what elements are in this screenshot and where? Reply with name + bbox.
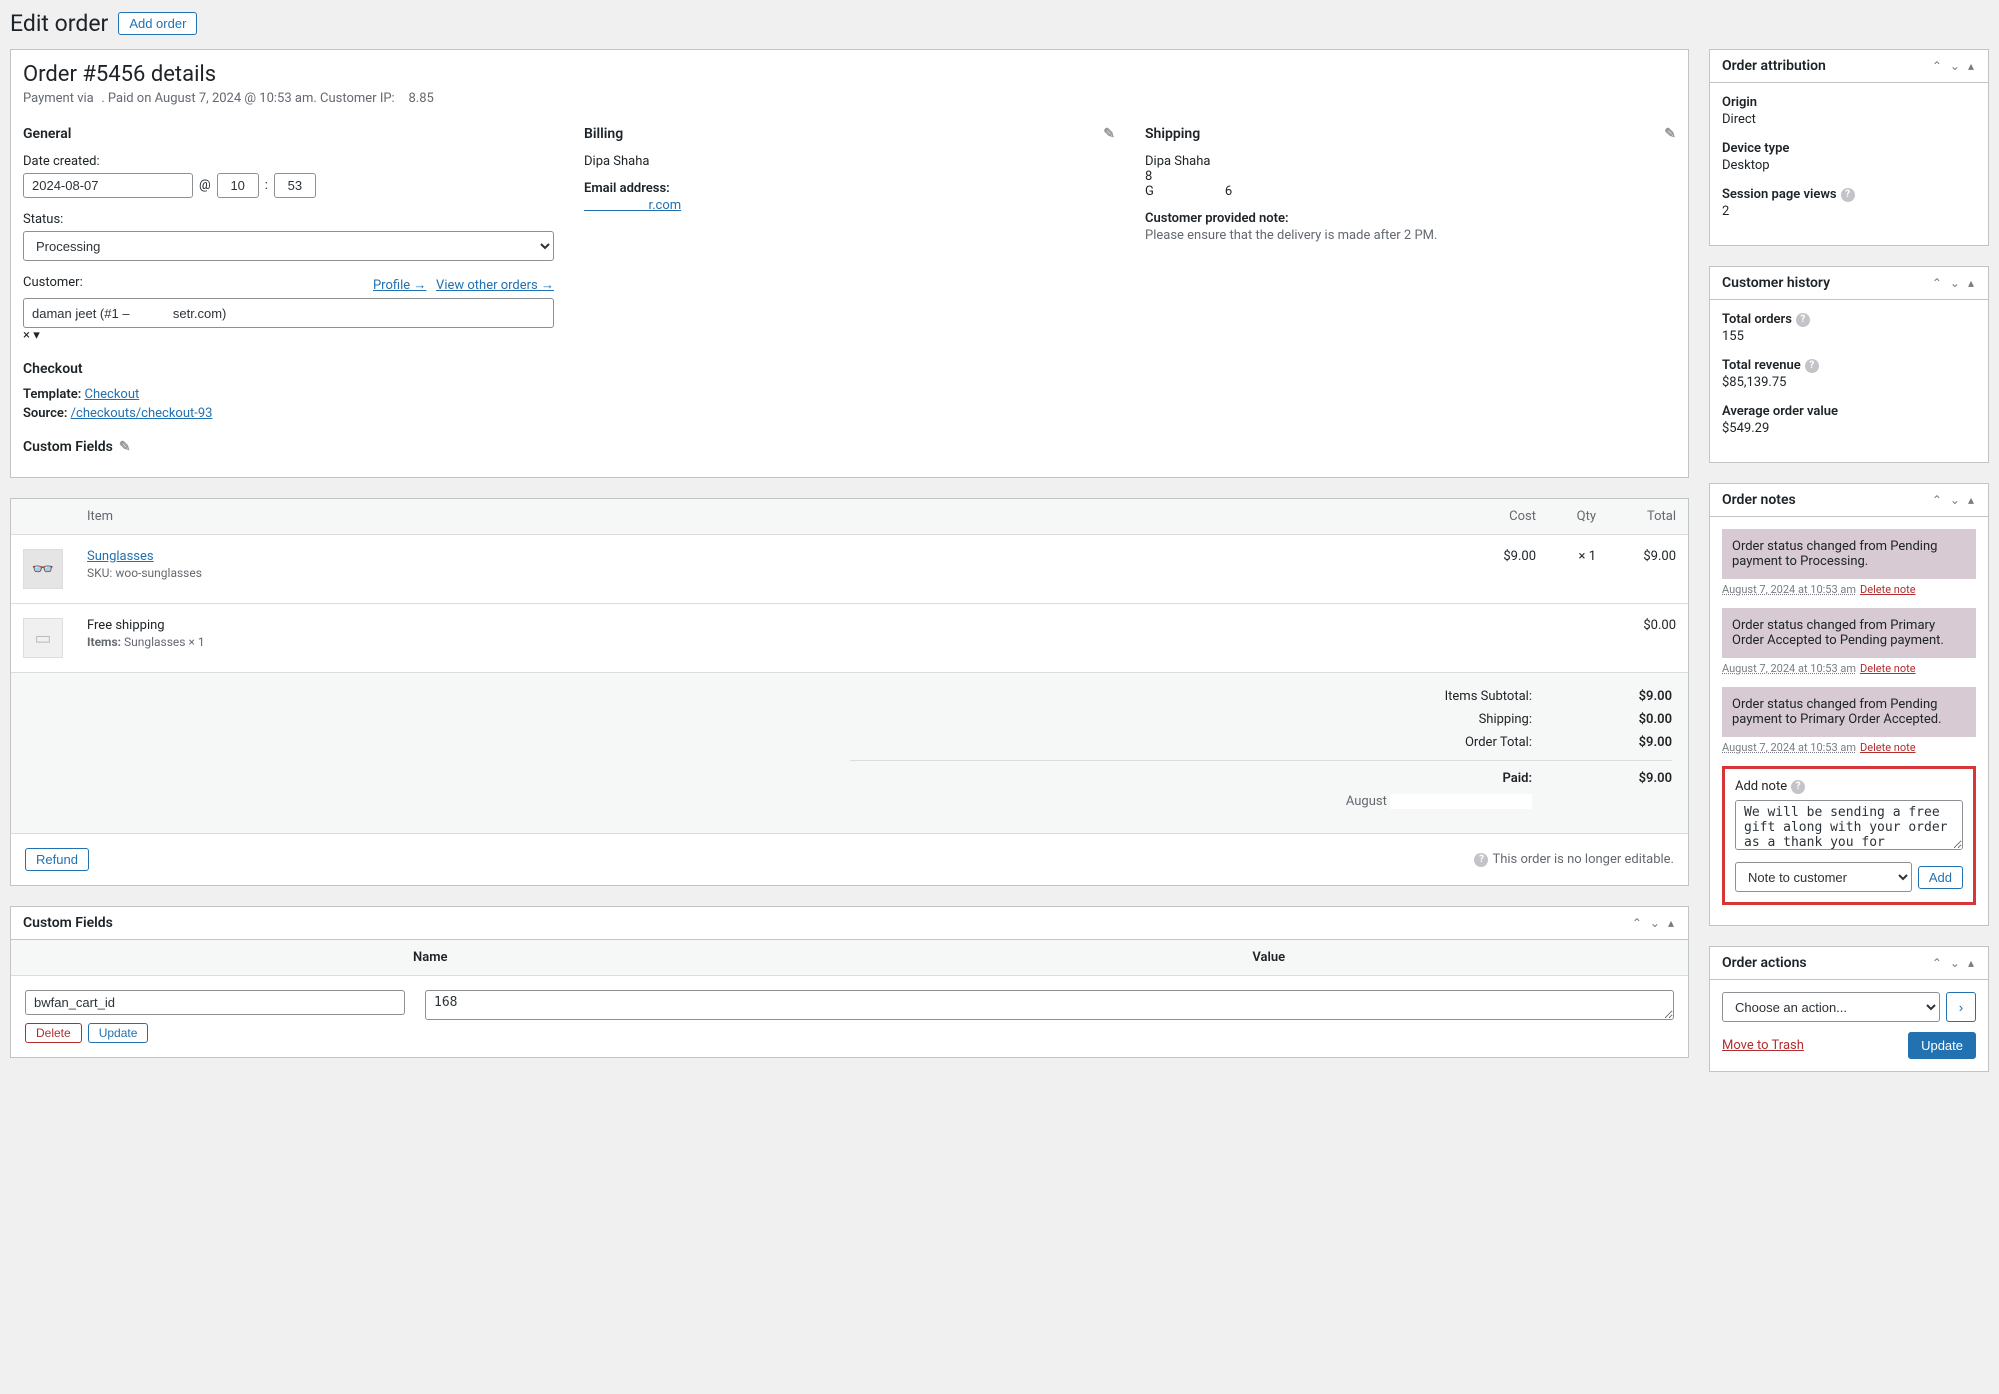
help-icon[interactable]: ? [1791, 780, 1805, 794]
toggle-icon[interactable]: ▴ [1966, 276, 1976, 290]
update-order-button[interactable]: Update [1908, 1032, 1976, 1059]
shipping-icon: ▭ [23, 618, 63, 658]
date-input[interactable] [23, 173, 193, 198]
move-down-icon[interactable]: ⌄ [1948, 956, 1962, 970]
table-row: 👓 Sunglasses SKU: woo-sunglasses $9.00 ×… [11, 535, 1688, 604]
cf-name-input[interactable] [25, 990, 405, 1015]
toggle-icon[interactable]: ▴ [1966, 59, 1976, 73]
date-created-label: Date created: [23, 154, 554, 169]
custom-fields-panel: Custom Fields ⌃ ⌄ ▴ Name Value Delete Up… [10, 906, 1689, 1058]
not-editable-text: This order is no longer editable. [1492, 852, 1674, 867]
chevron-down-icon[interactable]: ▾ [33, 328, 40, 343]
delete-note-link[interactable]: Delete note [1860, 583, 1916, 596]
order-title: Order #5456 details [23, 62, 1676, 87]
cf-value-header: Value [850, 940, 1689, 975]
add-order-button[interactable]: Add order [118, 12, 197, 35]
checkout-heading: Checkout [23, 361, 554, 377]
hour-input[interactable] [217, 173, 259, 198]
product-qty: × 1 [1548, 535, 1608, 604]
edit-billing-icon[interactable]: ✎ [1103, 126, 1115, 142]
cf-value-input[interactable]: 168 [425, 990, 1674, 1020]
table-row: ▭ Free shipping Items: Sunglasses × 1 $0… [11, 604, 1688, 673]
custom-fields-inline-heading: Custom Fields [23, 439, 113, 455]
at-symbol: @ [199, 178, 211, 193]
email-label: Email address: [584, 181, 1115, 196]
cf-update-button[interactable]: Update [88, 1023, 149, 1043]
product-cost: $9.00 [1468, 535, 1548, 604]
move-down-icon[interactable]: ⌄ [1648, 916, 1662, 930]
move-up-icon[interactable]: ⌃ [1930, 956, 1944, 970]
source-link[interactable]: /checkouts/checkout-93 [71, 406, 213, 421]
customer-history-panel: Customer history ⌃⌄▴ Total orders?155 To… [1709, 266, 1989, 463]
template-link[interactable]: Checkout [85, 387, 140, 402]
status-label: Status: [23, 212, 554, 227]
add-note-box: Add note ? We will be sending a free gif… [1722, 766, 1976, 905]
order-actions-panel: Order actions ⌃⌄▴ Choose an action... › … [1709, 946, 1989, 1072]
billing-name: Dipa Shaha [584, 154, 1115, 169]
order-action-select[interactable]: Choose an action... [1722, 992, 1940, 1022]
shipping-total: $0.00 [1608, 604, 1688, 673]
shipping-name: Dipa Shaha [1145, 154, 1676, 169]
cf-name-header: Name [11, 940, 850, 975]
order-notes-panel: Order notes ⌃⌄▴ Order status changed fro… [1709, 483, 1989, 926]
order-note: Order status changed from Pending paymen… [1722, 529, 1976, 579]
col-qty: Qty [1548, 499, 1608, 535]
items-table: Item Cost Qty Total 👓 Sunglasses SKU: wo… [11, 499, 1688, 673]
customer-note: Please ensure that the delivery is made … [1145, 228, 1676, 243]
delete-note-link[interactable]: Delete note [1860, 741, 1916, 754]
toggle-icon[interactable]: ▴ [1666, 916, 1676, 930]
minute-input[interactable] [274, 173, 316, 198]
add-note-textarea[interactable]: We will be sending a free gift along wit… [1735, 800, 1963, 850]
status-select[interactable]: Processing [23, 231, 554, 261]
move-down-icon[interactable]: ⌄ [1948, 276, 1962, 290]
product-thumb: 👓 [23, 549, 63, 589]
apply-action-button[interactable]: › [1946, 992, 1976, 1022]
customer-note-label: Customer provided note: [1145, 211, 1676, 226]
move-up-icon[interactable]: ⌃ [1930, 493, 1944, 507]
move-to-trash-link[interactable]: Move to Trash [1722, 1038, 1804, 1053]
cf-delete-button[interactable]: Delete [25, 1023, 82, 1043]
general-heading: General [23, 126, 554, 142]
move-down-icon[interactable]: ⌄ [1948, 493, 1962, 507]
add-note-button[interactable]: Add [1918, 866, 1963, 889]
shipping-heading: Shipping [1145, 126, 1200, 142]
customer-label: Customer: [23, 275, 83, 290]
order-meta: Payment via t. Paid on August 7, 2024 @ … [23, 91, 1676, 106]
order-details-panel: Order #5456 details Payment via t. Paid … [10, 49, 1689, 478]
help-icon[interactable]: ? [1841, 188, 1855, 202]
help-icon[interactable]: ? [1474, 853, 1488, 867]
order-note: Order status changed from Pending paymen… [1722, 687, 1976, 737]
order-note: Order status changed from Primary Order … [1722, 608, 1976, 658]
view-other-orders-link[interactable]: View other orders → [436, 278, 554, 293]
custom-fields-heading: Custom Fields [23, 915, 113, 931]
col-cost: Cost [1468, 499, 1548, 535]
profile-link[interactable]: Profile → [373, 278, 426, 293]
edit-custom-fields-icon[interactable]: ✎ [119, 439, 131, 455]
move-up-icon[interactable]: ⌃ [1930, 276, 1944, 290]
billing-email-link[interactable]: xxxxxxxxxxr.com [584, 198, 681, 213]
billing-heading: Billing [584, 126, 623, 142]
order-attribution-panel: Order attribution ⌃⌄▴ OriginDirect Devic… [1709, 49, 1989, 246]
col-total: Total [1608, 499, 1688, 535]
customer-select[interactable] [23, 298, 554, 328]
product-link[interactable]: Sunglasses [87, 549, 154, 564]
toggle-icon[interactable]: ▴ [1966, 493, 1976, 507]
page-title: Edit order [10, 10, 108, 37]
help-icon[interactable]: ? [1796, 313, 1810, 327]
move-up-icon[interactable]: ⌃ [1630, 916, 1644, 930]
col-item: Item [75, 499, 1468, 535]
toggle-icon[interactable]: ▴ [1966, 956, 1976, 970]
refund-button[interactable]: Refund [25, 848, 89, 871]
order-items-panel: Item Cost Qty Total 👓 Sunglasses SKU: wo… [10, 498, 1689, 886]
delete-note-link[interactable]: Delete note [1860, 662, 1916, 675]
edit-shipping-icon[interactable]: ✎ [1664, 126, 1676, 142]
move-down-icon[interactable]: ⌄ [1948, 59, 1962, 73]
shipping-method: Free shipping [87, 618, 1456, 633]
clear-customer-icon[interactable]: × [23, 328, 30, 343]
product-total: $9.00 [1608, 535, 1688, 604]
help-icon[interactable]: ? [1805, 359, 1819, 373]
move-up-icon[interactable]: ⌃ [1930, 59, 1944, 73]
note-type-select[interactable]: Note to customer [1735, 862, 1912, 892]
